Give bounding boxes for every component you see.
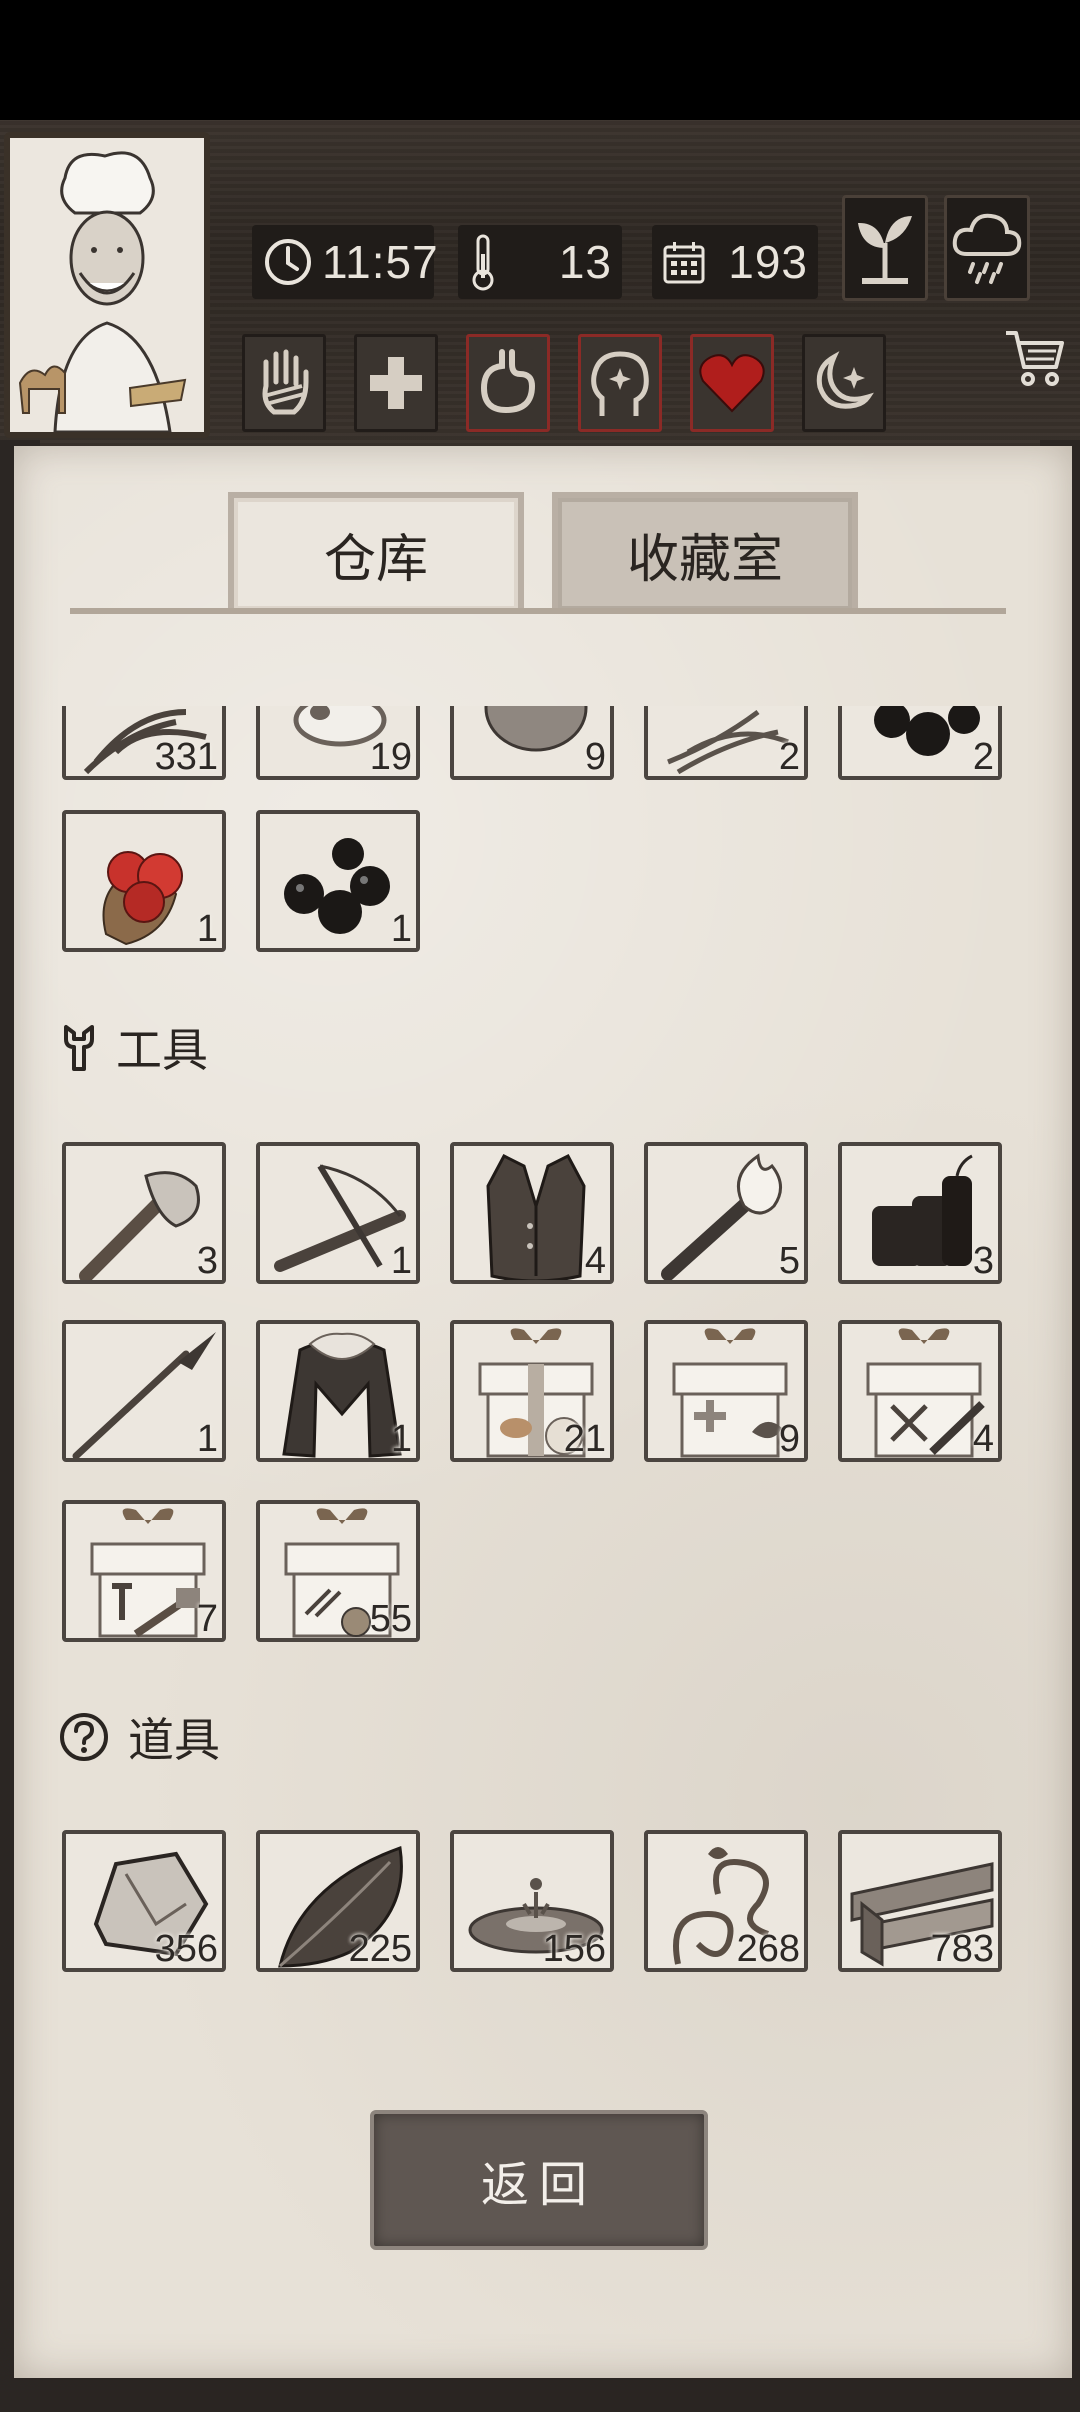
inventory-slot[interactable]: 9 [644,1320,808,1462]
item-count: 9 [584,736,606,778]
tab-warehouse-label: 仓库 [323,529,428,590]
inventory-slot[interactable]: 2 [838,706,1002,780]
item-count: 3 [972,1240,994,1282]
item-count: 1 [390,1418,412,1460]
item-count: 1 [196,1418,218,1460]
shop-cart-button[interactable] [1002,325,1068,393]
calendar-icon [663,242,705,284]
status-health[interactable] [354,334,438,432]
item-count: 225 [348,1928,412,1970]
sprout-button[interactable] [842,195,928,301]
item-count: 1 [196,908,218,950]
tab-collection[interactable]: 收藏室 [552,492,858,610]
item-count: 21 [563,1418,606,1460]
inventory-slot[interactable]: 1 [256,1142,420,1284]
status-heart[interactable] [690,334,774,432]
inventory-slot[interactable]: 21 [450,1320,614,1462]
item-count: 1 [390,1240,412,1282]
inventory-slot[interactable]: 783 [838,1830,1002,1972]
tab-divider [70,608,1006,614]
item-count: 19 [369,736,412,778]
status-hand[interactable] [242,334,326,432]
item-count: 4 [972,1418,994,1460]
status-effects-bar [242,334,886,432]
item-count: 3 [196,1240,218,1282]
days-value: 193 [728,236,808,288]
inventory-slot[interactable]: 3 [838,1142,1002,1284]
status-mind[interactable] [578,334,662,432]
temperature-value: 13 [558,236,612,288]
inventory-slot[interactable]: 1 [256,1320,420,1462]
inventory-slot[interactable]: 225 [256,1830,420,1972]
inventory-slot[interactable]: 9 [450,706,614,780]
time-display: 11:57 [252,225,438,299]
system-status-bar [0,0,1080,120]
inventory-slot[interactable]: 331 [62,706,226,780]
days-display: 193 [652,225,818,299]
item-count: 356 [154,1928,218,1970]
inventory-slot[interactable]: 1 [62,1320,226,1462]
inventory-slot[interactable]: 55 [256,1500,420,1642]
wrench-icon [64,1025,94,1071]
inventory-slot[interactable]: 356 [62,1830,226,1972]
hand-icon [262,349,309,415]
item-count: 4 [584,1240,606,1282]
item-count: 5 [778,1240,800,1282]
clock-icon [265,239,311,285]
stomach-icon [480,349,536,414]
character-portrait[interactable] [4,132,210,438]
medical-cross-icon [370,357,422,409]
item-count: 2 [972,736,994,778]
back-button[interactable]: 返回 [370,2110,708,2250]
item-count: 9 [778,1418,800,1460]
inventory-slot[interactable]: 3 [62,1142,226,1284]
item-count: 2 [778,736,800,778]
item-count: 55 [369,1598,412,1640]
heart-icon [699,354,765,413]
props-section-header: 道具 [58,1704,220,1770]
temperature-display: 13 [458,225,622,299]
sprout-icon [858,216,912,284]
tab-warehouse[interactable]: 仓库 [228,492,524,610]
item-count: 7 [196,1598,218,1640]
food-row-partial: 331 19 9 2 2 [0,706,1080,780]
weather-button[interactable] [944,195,1030,301]
inventory-slot[interactable]: 7 [62,1500,226,1642]
item-count: 783 [930,1928,994,1970]
status-sleep[interactable] [802,334,886,432]
item-count: 1 [390,908,412,950]
inventory-slot[interactable]: 268 [644,1830,808,1972]
moon-star-icon [816,351,874,409]
item-count: 156 [542,1928,606,1970]
status-hunger[interactable] [466,334,550,432]
inventory-slot[interactable]: 19 [256,706,420,780]
inventory-slot[interactable]: 4 [450,1142,614,1284]
back-button-label: 返回 [480,2157,597,2213]
tools-section-header: 工具 [58,1014,208,1080]
inventory-slot[interactable]: 1 [62,810,226,952]
shopping-cart-icon [1006,331,1064,386]
question-circle-icon [60,1713,108,1761]
inventory-slot[interactable]: 4 [838,1320,1002,1462]
item-count: 331 [154,736,218,778]
inventory-slot[interactable]: 2 [644,706,808,780]
tools-section-title: 工具 [116,1023,208,1077]
props-section-title: 道具 [128,1713,220,1767]
item-count: 268 [736,1928,800,1970]
time-value: 11:57 [322,236,439,288]
inventory-slot[interactable]: 5 [644,1142,808,1284]
head-sparkle-icon [591,351,649,416]
tab-collection-label: 收藏室 [626,529,783,590]
inventory-slot[interactable]: 156 [450,1830,614,1972]
inventory-slot[interactable]: 1 [256,810,420,952]
rain-cloud-icon [952,213,1022,284]
thermometer-icon [472,234,494,291]
